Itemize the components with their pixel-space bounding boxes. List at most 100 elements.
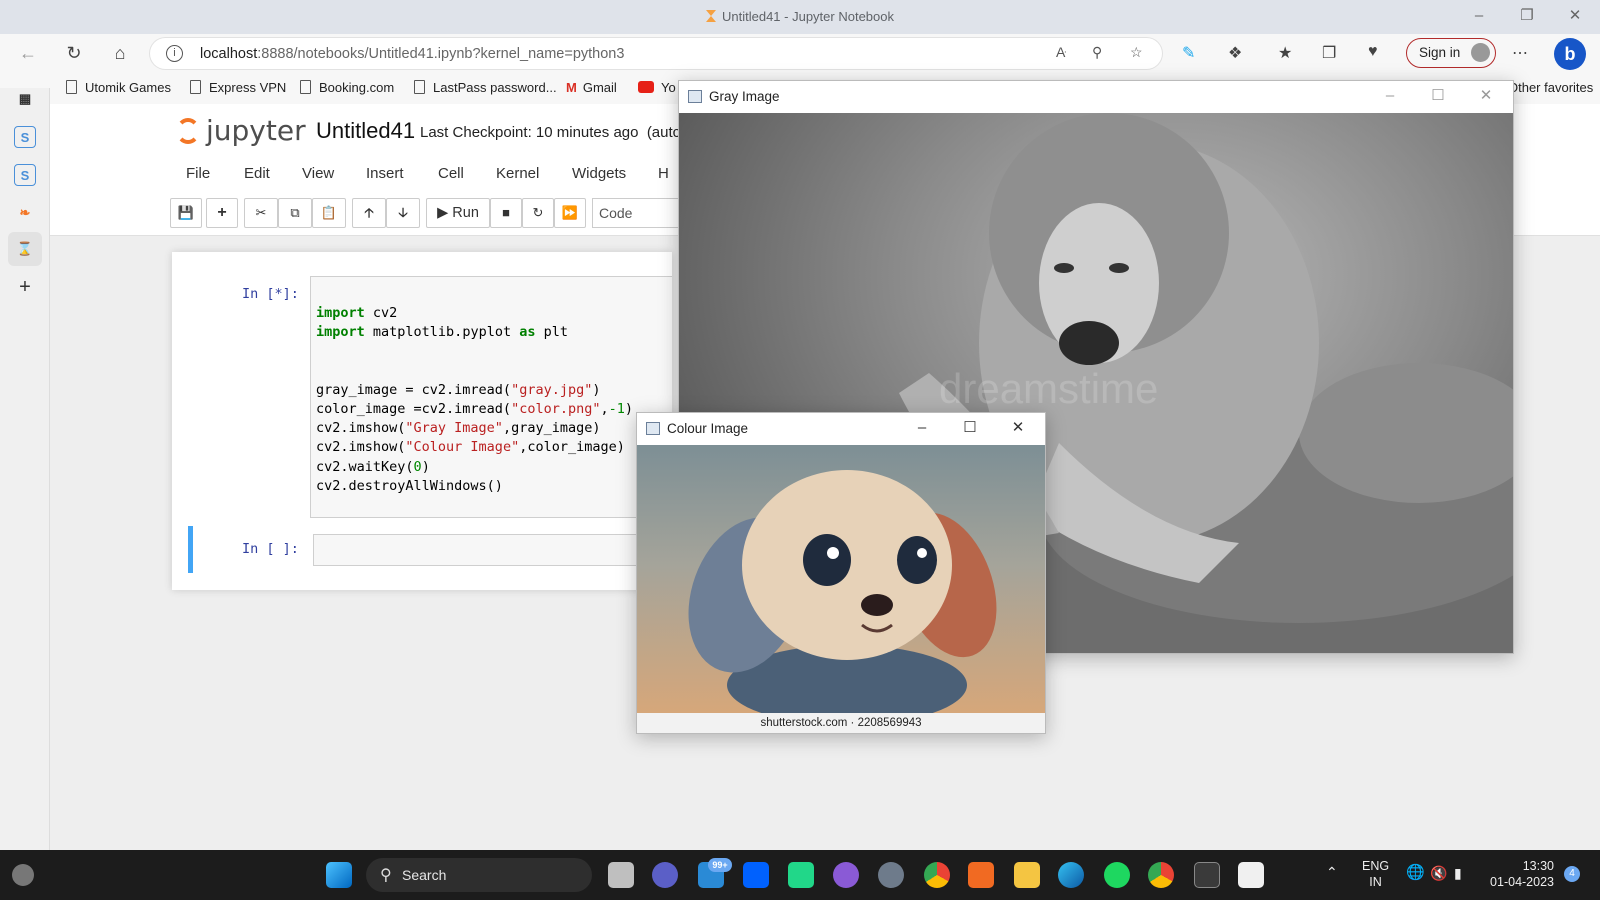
dropbox-icon[interactable] xyxy=(743,862,769,888)
run-button[interactable]: ▶ Run xyxy=(426,198,490,228)
more-options-icon[interactable]: ⋯ xyxy=(1512,43,1528,63)
checkpoint-text: Last Checkpoint: 10 minutes ago xyxy=(420,124,639,141)
minimize-button[interactable]: – xyxy=(1367,81,1413,113)
network-icon[interactable]: 🌐 xyxy=(1406,865,1425,881)
edge-icon[interactable] xyxy=(1058,862,1084,888)
back-icon[interactable]: ← xyxy=(14,41,42,65)
gmail-icon: M xyxy=(566,80,577,95)
add-tab-icon[interactable]: + xyxy=(14,276,36,298)
refresh-icon[interactable]: ↻ xyxy=(60,41,88,65)
save-icon[interactable]: 💾 xyxy=(170,198,202,228)
favorite-lastpass[interactable]: LastPass password... xyxy=(414,80,557,95)
window-title-text: Untitled41 - Jupyter Notebook xyxy=(722,9,894,24)
restart-run-all-icon[interactable]: ⏩ xyxy=(554,198,586,228)
notebook-name[interactable]: Untitled41 xyxy=(316,118,415,144)
navigation-bar: ← ↻ ⌂ i localhost:8888/notebooks/Untitle… xyxy=(0,34,1600,72)
extension-icon[interactable]: ✎ xyxy=(1182,43,1195,63)
settings-gear-icon[interactable] xyxy=(878,862,904,888)
favorite-utomik[interactable]: Utomik Games xyxy=(66,80,171,95)
tab-actions-icon[interactable]: ▦ xyxy=(14,88,36,110)
favorite-gmail[interactable]: M Gmail xyxy=(566,80,617,95)
colour-image-window[interactable]: Colour Image – ☐ ✕ shutterstock.com · 22… xyxy=(636,412,1046,734)
zoom-icon[interactable]: ⚲ xyxy=(1092,44,1102,61)
cell-input[interactable] xyxy=(313,534,677,566)
pycharm-icon[interactable] xyxy=(788,862,814,888)
move-up-icon[interactable]: 🡡 xyxy=(352,198,386,228)
menu-view[interactable]: View xyxy=(302,165,334,182)
notepad-icon[interactable] xyxy=(1238,862,1264,888)
info-icon[interactable]: i xyxy=(166,45,183,62)
insert-cell-icon[interactable]: + xyxy=(206,198,238,228)
maximize-button[interactable]: ☐ xyxy=(1415,81,1461,113)
menu-edit[interactable]: Edit xyxy=(244,165,270,182)
menu-help[interactable]: H xyxy=(658,165,669,182)
close-button[interactable]: ✕ xyxy=(995,413,1041,445)
url-text[interactable]: localhost:8888/notebooks/Untitled41.ipyn… xyxy=(200,46,624,62)
address-bar[interactable]: i localhost:8888/notebooks/Untitled41.ip… xyxy=(150,38,1162,69)
favorite-youtube[interactable]: Yo xyxy=(638,80,676,95)
restore-button[interactable]: ❐ xyxy=(1504,0,1550,34)
move-down-icon[interactable]: 🡣 xyxy=(386,198,420,228)
volume-muted-icon[interactable]: 🔇 xyxy=(1430,865,1447,881)
terminal-icon[interactable] xyxy=(1194,862,1220,888)
collections-icon[interactable]: ❐ xyxy=(1322,43,1336,63)
restart-icon[interactable]: ↻ xyxy=(522,198,554,228)
read-aloud-icon[interactable]: Aּ xyxy=(1056,44,1065,60)
clock[interactable]: 13:30 01-04-2023 xyxy=(1490,858,1554,890)
taskbar-search[interactable]: ⚲ Search xyxy=(366,858,592,892)
other-favorites[interactable]: Other favorites xyxy=(1508,80,1593,95)
cut-icon[interactable]: ✂ xyxy=(244,198,278,228)
youtube-icon xyxy=(638,81,654,93)
bing-chat-icon[interactable]: b xyxy=(1554,38,1586,70)
empty-code-cell[interactable]: In [ ]: xyxy=(188,526,677,573)
gray-window-titlebar[interactable]: Gray Image – ☐ ✕ xyxy=(679,81,1513,113)
menu-widgets[interactable]: Widgets xyxy=(572,165,626,182)
favorites-icon[interactable]: ★ xyxy=(1278,43,1292,63)
start-icon[interactable] xyxy=(326,862,352,888)
chrome-profile-icon[interactable] xyxy=(1148,862,1174,888)
favorite-expressvpn[interactable]: Express VPN xyxy=(190,80,286,95)
code-editor[interactable]: import cv2 import matplotlib.pyplot as p… xyxy=(316,304,633,496)
browser-essentials-icon[interactable]: ♥ xyxy=(1368,43,1378,61)
favorite-booking[interactable]: Booking.com xyxy=(300,80,394,95)
extensions-puzzle-icon[interactable]: ❖ xyxy=(1228,43,1242,63)
sidebar-app-s1-icon[interactable]: S xyxy=(14,126,36,148)
notification-count[interactable]: 4 xyxy=(1564,866,1580,882)
paste-icon[interactable]: 📋 xyxy=(312,198,346,228)
interrupt-icon[interactable]: ■ xyxy=(490,198,522,228)
code-cell[interactable]: import cv2 import matplotlib.pyplot as p… xyxy=(310,276,672,518)
colour-window-titlebar[interactable]: Colour Image – ☐ ✕ xyxy=(637,413,1045,445)
lang-bottom: IN xyxy=(1369,875,1382,889)
minimize-button[interactable]: – xyxy=(1456,0,1502,34)
copy-icon[interactable]: ⧉ xyxy=(278,198,312,228)
chrome-icon[interactable] xyxy=(924,862,950,888)
battery-icon[interactable]: ▮ xyxy=(1454,865,1462,881)
jupyter-tab-icon[interactable]: ❧ xyxy=(14,202,36,224)
active-tab-hourglass-icon[interactable]: ⌛ xyxy=(8,232,42,266)
sign-in-button[interactable]: Sign in xyxy=(1406,38,1496,68)
fusion-icon[interactable] xyxy=(968,862,994,888)
run-label: Run xyxy=(452,205,479,221)
weather-icon[interactable] xyxy=(12,864,34,886)
favorite-label: Yo xyxy=(661,80,676,95)
menu-insert[interactable]: Insert xyxy=(366,165,404,182)
task-view-icon[interactable] xyxy=(608,862,634,888)
teams-chat-icon[interactable] xyxy=(652,862,678,888)
code-line: gray_image = cv2.imread("gray.jpg") xyxy=(316,381,601,398)
file-explorer-icon[interactable] xyxy=(1014,862,1040,888)
home-icon[interactable]: ⌂ xyxy=(106,41,134,65)
jupyter-logo[interactable]: jupyter xyxy=(176,114,306,147)
maximize-button[interactable]: ☐ xyxy=(947,413,993,445)
github-desktop-icon[interactable] xyxy=(833,862,859,888)
close-button[interactable]: ✕ xyxy=(1463,81,1509,113)
menu-file[interactable]: File xyxy=(186,165,210,182)
add-favorite-icon[interactable]: ☆ xyxy=(1130,44,1143,61)
close-button[interactable]: ✕ xyxy=(1552,0,1598,34)
minimize-button[interactable]: – xyxy=(899,413,945,445)
language-indicator[interactable]: ENG IN xyxy=(1362,858,1389,890)
spotify-icon[interactable] xyxy=(1104,862,1130,888)
menu-cell[interactable]: Cell xyxy=(438,165,464,182)
menu-kernel[interactable]: Kernel xyxy=(496,165,539,182)
show-hidden-icons[interactable]: ⌃ xyxy=(1326,864,1338,880)
sidebar-app-s2-icon[interactable]: S xyxy=(14,164,36,186)
